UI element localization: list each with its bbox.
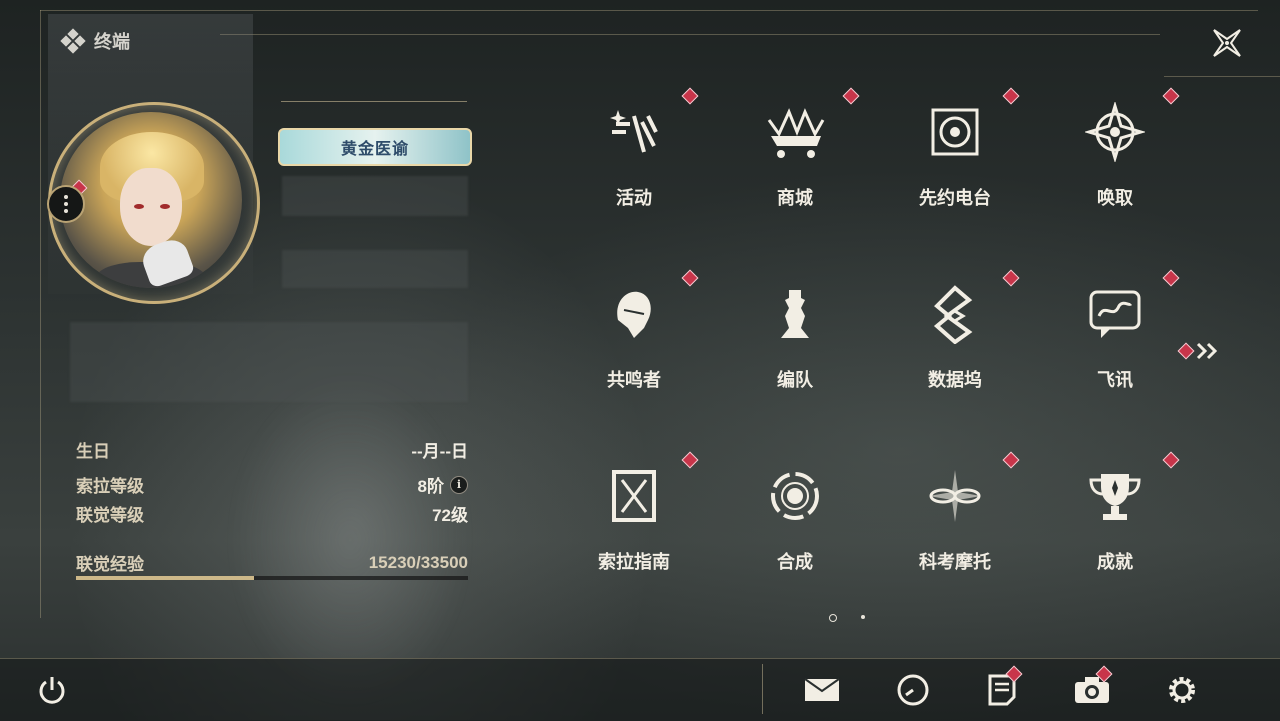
sola-level-label: 索拉等级 xyxy=(76,477,144,496)
camera-button[interactable] xyxy=(1072,665,1113,710)
birthday-row: 生日 --月--日 xyxy=(76,437,468,462)
double-chevron-right-icon xyxy=(1196,342,1218,360)
next-page-notification-dot xyxy=(1177,342,1195,360)
more-dots-icon xyxy=(64,195,68,213)
menu-item-message[interactable]: 飞讯 xyxy=(1055,269,1180,424)
power-button[interactable] xyxy=(32,670,72,710)
page-indicator-1[interactable] xyxy=(829,614,837,622)
shop-cart-icon xyxy=(765,102,825,162)
clock-button[interactable] xyxy=(893,670,933,710)
union-exp-row: 联觉经验 15230/33500 xyxy=(76,550,468,575)
close-icon xyxy=(1213,29,1241,57)
guide-icon xyxy=(604,466,664,526)
notes-button[interactable] xyxy=(982,665,1023,710)
sola-level-row: 索拉等级 8阶 i xyxy=(76,472,468,497)
info-icon[interactable]: i xyxy=(450,475,468,494)
frame-left-line xyxy=(40,10,41,618)
frame-right-line xyxy=(1164,76,1280,77)
mail-icon xyxy=(804,678,840,701)
menu-item-motorcycle[interactable]: 科考摩托 xyxy=(895,451,1020,606)
menu-item-label: 编队 xyxy=(777,370,813,390)
birthday-value: --月--日 xyxy=(411,442,468,461)
menu-item-guide[interactable]: 索拉指南 xyxy=(574,451,699,606)
menu-item-label: 合成 xyxy=(777,552,813,572)
player-name-blurred xyxy=(282,176,468,216)
menu-item-label: 索拉指南 xyxy=(598,552,670,572)
chess-icon xyxy=(765,284,825,344)
union-exp-bar-fill xyxy=(76,576,255,580)
next-page-button[interactable] xyxy=(1177,340,1220,362)
close-button[interactable] xyxy=(1206,22,1248,64)
power-icon xyxy=(39,677,65,704)
settings-button[interactable] xyxy=(1162,670,1202,710)
menu-item-trophy[interactable]: 成就 xyxy=(1055,451,1180,606)
menu-item-label: 唤取 xyxy=(1097,188,1133,208)
synthesis-icon xyxy=(765,466,825,526)
frame-header-line xyxy=(220,34,1160,35)
message-icon xyxy=(1085,284,1145,344)
gear-icon xyxy=(1169,677,1195,703)
clock-icon xyxy=(897,674,929,706)
motorcycle-icon xyxy=(925,466,985,526)
menu-item-label: 数据坞 xyxy=(928,370,982,390)
menu-item-radio[interactable]: 先约电台 xyxy=(895,87,1020,242)
avatar[interactable] xyxy=(60,112,242,288)
birthday-label: 生日 xyxy=(76,442,110,461)
player-id-blurred xyxy=(282,250,468,288)
trophy-icon xyxy=(1085,466,1145,526)
menu-item-label: 科考摩托 xyxy=(919,552,991,572)
menu-item-shop-cart[interactable]: 商城 xyxy=(735,87,860,242)
compass-icon xyxy=(1085,102,1145,162)
signature-blurred[interactable] xyxy=(70,322,468,402)
data-dock-icon xyxy=(925,284,985,344)
menu-item-label: 活动 xyxy=(616,188,652,208)
union-exp-bar xyxy=(76,576,468,580)
menu-item-compass[interactable]: 唤取 xyxy=(1055,87,1180,242)
menu-item-label: 成就 xyxy=(1097,552,1133,572)
frame-top-line xyxy=(40,10,1258,11)
menu-item-label: 共鸣者 xyxy=(607,370,661,390)
menu-item-synthesis[interactable]: 合成 xyxy=(735,456,855,606)
bottom-divider xyxy=(762,664,763,714)
title-badge[interactable]: 黄金医谕 xyxy=(278,128,472,166)
resonator-icon xyxy=(604,284,664,344)
menu-item-label: 先约电台 xyxy=(919,188,991,208)
union-level-row: 联觉等级 72级 xyxy=(76,501,468,526)
menu-item-data-dock[interactable]: 数据坞 xyxy=(895,269,1020,424)
page-indicator-2[interactable] xyxy=(861,615,865,619)
menu-item-label: 商城 xyxy=(777,188,813,208)
union-exp-label: 联觉经验 xyxy=(76,555,144,574)
mail-button[interactable] xyxy=(802,670,842,710)
menu-item-chess[interactable]: 编队 xyxy=(735,274,855,424)
radio-icon xyxy=(925,102,985,162)
activity-icon xyxy=(604,102,664,162)
menu-item-activity[interactable]: 活动 xyxy=(574,87,699,242)
union-level-value: 72级 xyxy=(432,506,468,525)
name-underline xyxy=(281,101,467,102)
more-options-button[interactable] xyxy=(47,185,85,223)
menu-item-resonator[interactable]: 共鸣者 xyxy=(574,269,699,424)
sola-level-value: 8阶 xyxy=(417,477,444,496)
union-level-label: 联觉等级 xyxy=(76,506,144,525)
menu-item-label: 飞讯 xyxy=(1097,370,1133,390)
union-exp-value: 15230/33500 xyxy=(368,552,468,572)
